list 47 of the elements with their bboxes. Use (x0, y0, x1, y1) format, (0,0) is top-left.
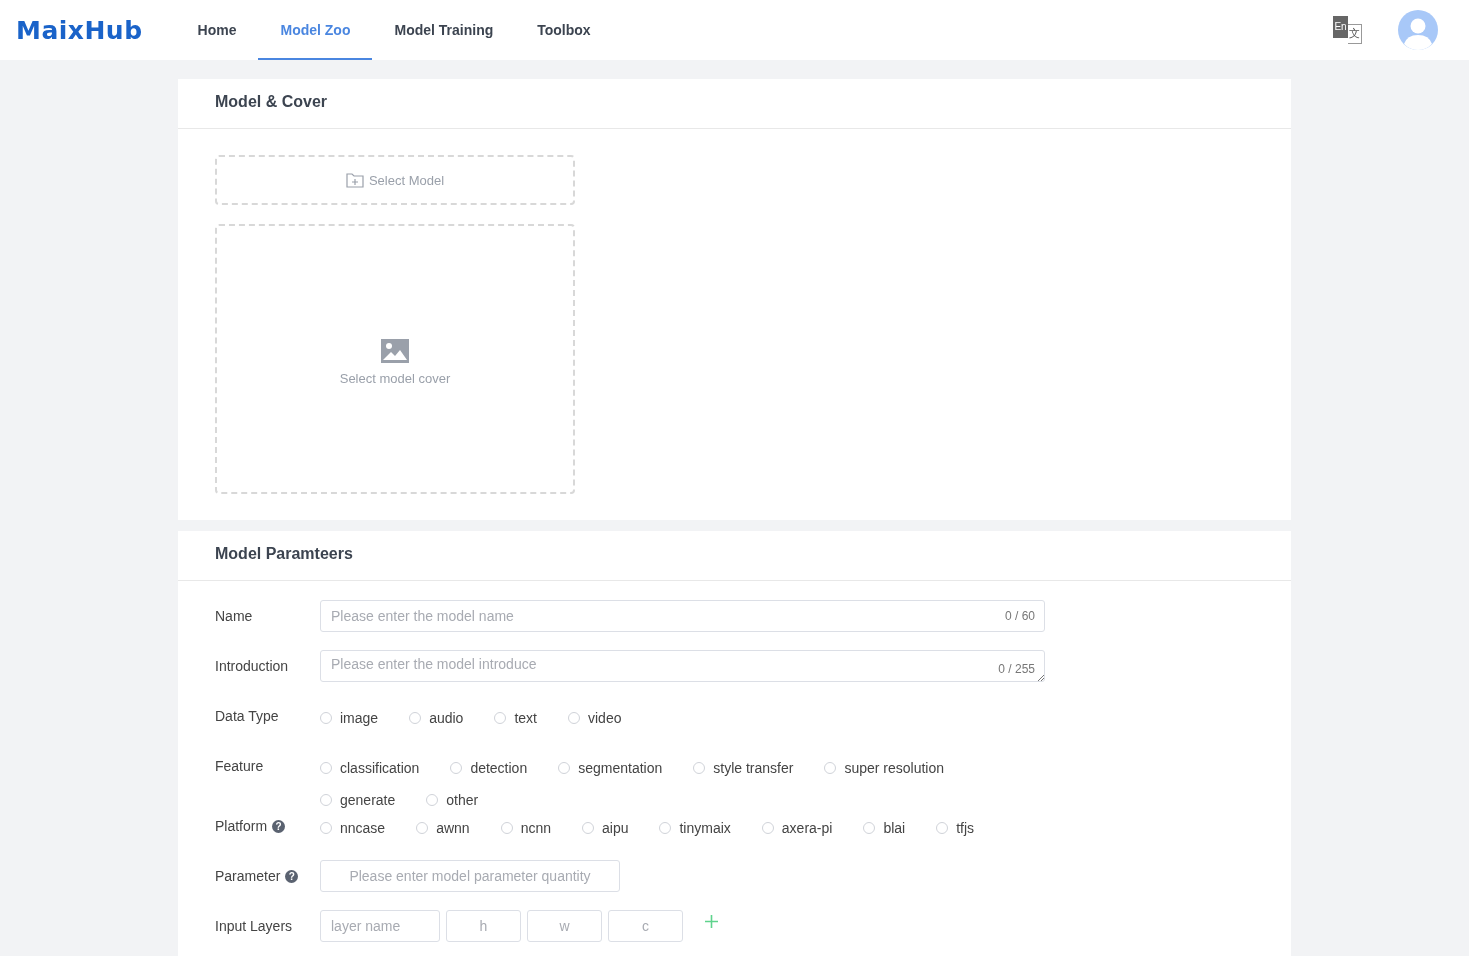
nav-tab[interactable]: Toolbox (515, 0, 613, 60)
nav-tab[interactable]: Home (175, 0, 259, 60)
radio-option[interactable]: detection (450, 758, 528, 778)
radio-option[interactable]: classification (320, 758, 420, 778)
field-label: Name (215, 607, 254, 626)
parameter-input[interactable]: Please enter model parameter quantity (320, 860, 620, 892)
char-counter: 0 / 60 (1004, 609, 1035, 623)
field-label: Feature (215, 757, 264, 776)
radio-option[interactable]: nncase (320, 818, 386, 838)
radio-option[interactable]: segmentation (558, 758, 663, 778)
radio-option[interactable]: style transfer (693, 758, 794, 778)
field-label: Platform (215, 817, 268, 836)
radio-option[interactable]: tinymaix (659, 818, 731, 838)
section-title: Model Paramteers (178, 531, 1291, 581)
radio-option[interactable]: other (426, 790, 479, 810)
radio-option[interactable]: ncnn (500, 818, 551, 838)
help-icon[interactable]: ? (272, 819, 286, 833)
logo[interactable]: MaixHub (16, 15, 143, 45)
field-label: Data Type (215, 707, 279, 726)
radio-option[interactable]: blai (863, 818, 906, 838)
layer-input[interactable]: c (608, 910, 683, 942)
resize-handle-icon[interactable] (1037, 674, 1044, 681)
radio-option[interactable]: super resolution (824, 758, 945, 778)
radio-option[interactable]: image (320, 708, 379, 728)
radio-option[interactable]: video (568, 708, 622, 728)
layer-input[interactable]: w (527, 910, 602, 942)
radio-option[interactable]: text (494, 708, 537, 728)
folder-plus-icon (345, 172, 364, 188)
radio-option[interactable]: audio (409, 708, 464, 728)
char-counter: 0 / 255 (998, 662, 1035, 676)
image-icon (381, 339, 409, 363)
field-label: Parameter (215, 867, 281, 886)
radio-option[interactable]: axera-pi (761, 818, 833, 838)
section-title: Model & Cover (178, 79, 1291, 129)
field-label: Input Layers (215, 917, 294, 936)
radio-option[interactable]: tfjs (936, 818, 975, 838)
help-icon[interactable]: ? (285, 869, 299, 883)
nav-tab[interactable]: Model Zoo (258, 0, 373, 60)
nav-tab[interactable]: Model Training (372, 0, 516, 60)
plus-icon[interactable] (705, 914, 718, 928)
layer-input[interactable]: layer name (320, 910, 440, 942)
radio-option[interactable]: generate (320, 790, 396, 810)
layer-input[interactable]: h (446, 910, 521, 942)
field-label: Introduction (215, 657, 290, 676)
radio-option[interactable]: aipu (582, 818, 629, 838)
avatar-icon[interactable] (1397, 9, 1439, 51)
radio-option[interactable]: awnn (416, 818, 470, 838)
